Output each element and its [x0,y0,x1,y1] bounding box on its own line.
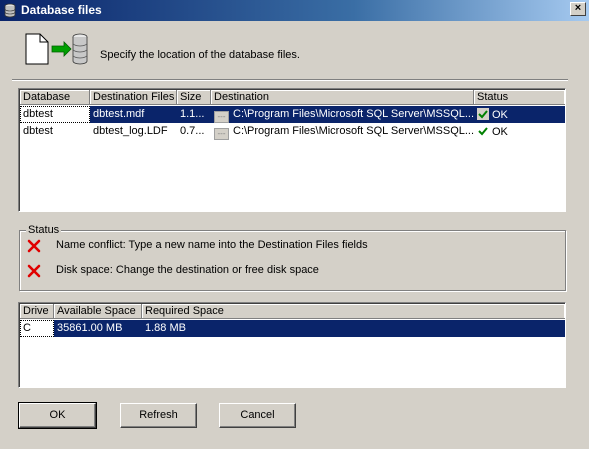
status-group-label: Status [26,224,62,236]
cell-destination[interactable]: --- C:\Program Files\Microsoft SQL Server… [211,123,474,140]
window-title: Database files [21,3,102,17]
status-groupbox: Status Name conflict: Type a new name in… [19,224,566,291]
cell-available-space: 35861.00 MB [54,320,142,337]
table-row[interactable]: C 35861.00 MB 1.88 MB [20,320,565,337]
column-header-destination-files[interactable]: Destination Files [90,90,177,105]
cell-drive[interactable]: C [20,320,54,337]
table-row[interactable]: dbtest dbtest.mdf 1.1... --- C:\Program F… [20,106,565,123]
close-button[interactable]: × [570,2,586,16]
column-header-status[interactable]: Status [474,90,565,105]
file-to-database-icon [25,33,88,65]
files-table[interactable]: Database Destination Files Size Destinat… [18,88,566,212]
red-x-icon [27,239,41,253]
cell-size: 1.1... [177,106,211,123]
column-header-available-space[interactable]: Available Space [54,304,142,319]
drive-table-header: Drive Available Space Required Space [20,304,565,319]
destination-path: C:\Program Files\Microsoft SQL Server\MS… [233,108,474,120]
cell-required-space: 1.88 MB [142,320,565,337]
ok-button[interactable]: OK [18,402,97,429]
column-header-size[interactable]: Size [177,90,211,105]
refresh-button[interactable]: Refresh [120,403,197,428]
header-description: Specify the location of the database fil… [100,49,300,61]
files-table-header: Database Destination Files Size Destinat… [20,90,565,105]
separator [12,79,568,81]
check-icon [477,108,489,120]
status-text: OK [492,126,508,138]
status-message: Disk space: Change the destination or fr… [56,264,319,276]
destination-path: C:\Program Files\Microsoft SQL Server\MS… [233,125,474,137]
cell-status: OK [474,123,565,140]
status-message: Name conflict: Type a new name into the … [56,239,368,251]
column-header-destination[interactable]: Destination [211,90,474,105]
column-header-required-space[interactable]: Required Space [142,304,565,319]
cell-size: 0.7... [180,125,205,137]
red-x-icon [27,264,41,278]
drive-table[interactable]: Drive Available Space Required Space C 3… [18,302,566,388]
close-icon: × [574,2,582,14]
title-bar: Database files × [0,0,589,21]
cell-destination-file[interactable]: dbtest_log.LDF [90,123,177,140]
cell-destination-file[interactable]: dbtest.mdf [90,106,177,123]
column-header-drive[interactable]: Drive [20,304,54,319]
database-icon [4,3,16,18]
status-text: OK [492,109,508,121]
column-header-database[interactable]: Database [20,90,90,105]
table-row[interactable]: dbtest dbtest_log.LDF 0.7... --- C:\Progr… [20,123,564,140]
cancel-button[interactable]: Cancel [219,403,296,428]
cell-database[interactable]: dbtest [20,123,90,140]
check-icon [478,127,488,136]
browse-button[interactable]: --- [214,111,229,123]
browse-button[interactable]: --- [214,128,229,140]
cell-database[interactable]: dbtest [20,106,90,123]
cell-status: OK [474,106,565,123]
cell-destination[interactable]: --- C:\Program Files\Microsoft SQL Server… [211,106,474,123]
